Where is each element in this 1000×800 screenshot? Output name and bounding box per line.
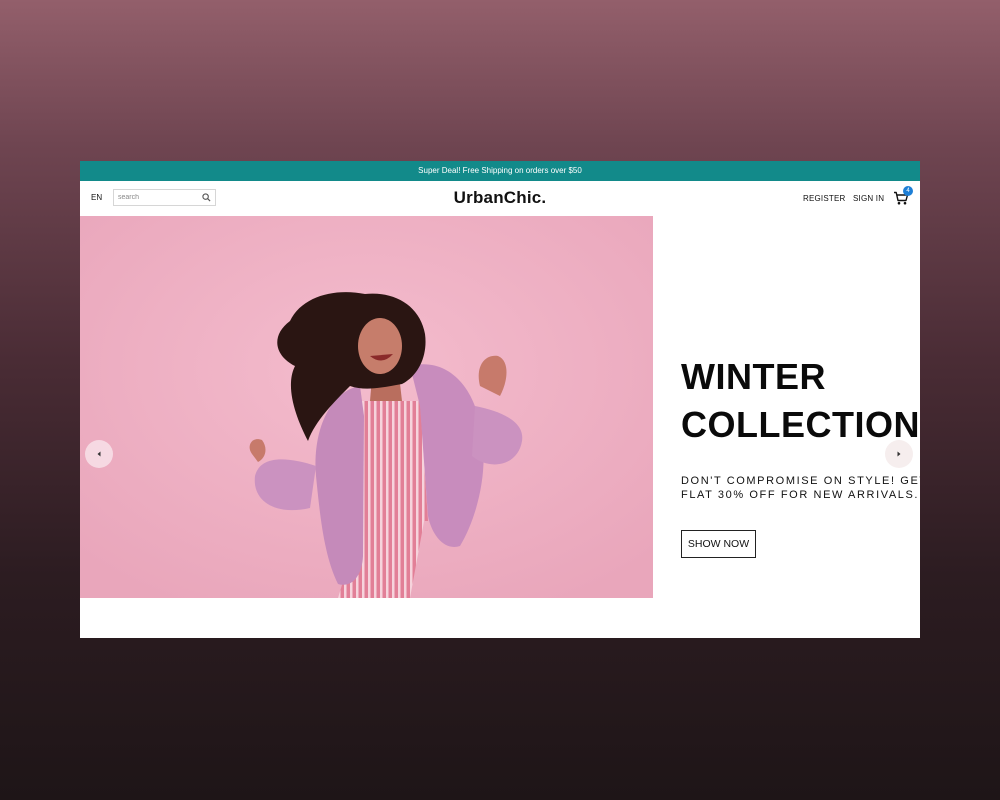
sign-in-link[interactable]: SIGN IN	[853, 194, 884, 203]
hero-subtitle-line2: FLAT 30% OFF FOR NEW ARRIVALS.	[681, 489, 920, 501]
hero-title-line1: WINTER	[681, 356, 826, 397]
hero-content: WINTER COLLECTION DON'T COMPROMISE ON ST…	[681, 216, 920, 598]
website-frame: Super Deal! Free Shipping on orders over…	[80, 161, 920, 638]
hero-subtitle: DON'T COMPROMISE ON STYLE! GET FLAT 30% …	[681, 474, 920, 502]
hero-title-line2: COLLECTION	[681, 404, 920, 445]
search-input[interactable]	[118, 192, 198, 203]
search-icon[interactable]	[202, 193, 211, 202]
register-link[interactable]: REGISTER	[803, 194, 846, 203]
hero-photo-illustration	[80, 216, 653, 598]
chevron-right-icon	[897, 451, 901, 457]
hero-title: WINTER COLLECTION	[681, 353, 920, 449]
hero-image	[80, 216, 653, 598]
hero-subtitle-line1: DON'T COMPROMISE ON STYLE! GET	[681, 475, 920, 487]
site-header: EN UrbanChic. REGISTER SIGN IN 4	[80, 181, 920, 216]
carousel-next-button[interactable]	[885, 440, 913, 468]
language-selector[interactable]: EN	[91, 193, 102, 202]
promo-text: Super Deal! Free Shipping on orders over…	[418, 166, 582, 175]
search-box[interactable]	[113, 189, 216, 206]
promo-banner: Super Deal! Free Shipping on orders over…	[80, 161, 920, 181]
site-logo[interactable]: UrbanChic.	[454, 188, 547, 207]
cart-count-badge: 4	[903, 186, 913, 196]
show-now-button[interactable]: SHOW NOW	[681, 530, 756, 558]
chevron-left-icon	[97, 451, 101, 457]
carousel-prev-button[interactable]	[85, 440, 113, 468]
